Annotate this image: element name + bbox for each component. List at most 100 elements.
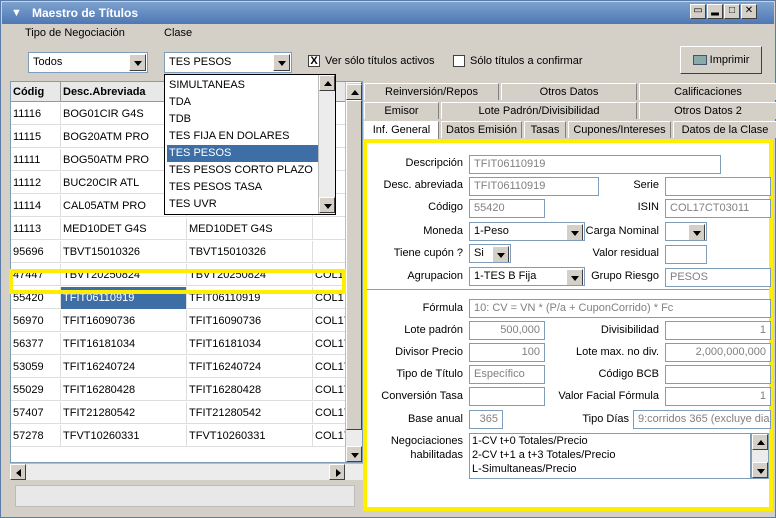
base-anual-field[interactable]: 365 — [469, 410, 503, 429]
serie-field[interactable] — [665, 177, 771, 196]
table-cell[interactable]: TFIT06110919 — [61, 287, 187, 309]
chevron-down-icon[interactable] — [273, 54, 290, 71]
negociacion-item[interactable]: 1-CV t+0 Totales/Precio — [470, 434, 750, 448]
tipo-titulo-field[interactable]: Específico — [469, 365, 545, 384]
codigo-field[interactable]: 55420 — [469, 199, 545, 218]
grupo-riesgo-field[interactable]: PESOS — [665, 268, 771, 287]
table-cell[interactable]: MED10DET G4S — [61, 218, 187, 240]
agrupacion-select[interactable]: 1-TES B Fija — [469, 267, 585, 286]
dropdown-scroll-down[interactable] — [319, 197, 335, 213]
scroll-right-button[interactable] — [329, 464, 345, 480]
table-cell[interactable]: TFIT16240724 — [61, 356, 187, 378]
chevron-down-icon[interactable] — [129, 54, 146, 71]
tab-datos-de-la-clase[interactable]: Datos de la Clase — [673, 121, 776, 138]
codigo-bcb-field[interactable] — [665, 365, 771, 384]
tab-cupones-intereses[interactable]: Cupones/Intereses — [568, 121, 671, 138]
title-bar[interactable]: ▼ Maestro de Títulos — [2, 2, 774, 24]
lote-padron-field[interactable]: 500,000 — [469, 321, 545, 340]
table-cell[interactable]: MED10DET G4S — [187, 218, 313, 240]
table-cell[interactable]: TFVT10260331 — [61, 425, 187, 447]
table-cell[interactable]: 11112 — [11, 172, 61, 194]
table-row[interactable]: 47447 TBVT20250824 TBVT20250824 COL17 — [11, 264, 362, 286]
table-cell[interactable]: TFIT16280428 — [61, 379, 187, 401]
isin-field[interactable]: COL17CT03011 — [665, 199, 771, 218]
clase-option[interactable]: TES PESOS CORTO PLAZO — [167, 162, 319, 179]
desc-abreviada-field[interactable]: TFIT06110919 — [469, 177, 599, 196]
table-cell[interactable]: 11116 — [11, 103, 61, 125]
conversion-tasa-field[interactable] — [469, 387, 545, 406]
cupon-select[interactable]: Si — [469, 244, 511, 263]
clase-option[interactable]: TDB — [167, 111, 319, 128]
negociaciones-scrollbar[interactable] — [751, 433, 769, 479]
tab-tasas[interactable]: Tasas — [524, 121, 566, 138]
negociaciones-list[interactable]: 1-CV t+0 Totales/Precio 2-CV t+1 a t+3 T… — [469, 433, 751, 479]
carga-nominal-select[interactable] — [665, 222, 707, 241]
valor-facial-field[interactable]: 1 — [665, 387, 771, 406]
clase-option[interactable]: TES FIJA EN DOLARES — [167, 128, 319, 145]
minimize-button[interactable]: ▂ — [707, 4, 723, 19]
clase-option[interactable]: TES PESOS — [167, 145, 319, 162]
table-cell[interactable]: 11111 — [11, 149, 61, 171]
table-row[interactable]: 53059 TFIT16240724 TFIT16240724 COL17 — [11, 356, 362, 378]
table-row[interactable]: 56377 TFIT16181034 TFIT16181034 COL17 — [11, 333, 362, 355]
clase-option[interactable]: SIMULTANEAS — [167, 77, 319, 94]
tab-datos-emisi-n[interactable]: Datos Emisión — [441, 121, 522, 138]
table-cell[interactable]: TBVT15010326 — [61, 241, 187, 263]
tipo-dias-field[interactable]: 9:corridos 365 (excluye dias b — [633, 410, 771, 429]
negociaciones-scroll-down[interactable] — [752, 462, 768, 478]
negociacion-item[interactable]: L-Simultaneas/Precio — [470, 462, 750, 476]
activos-checkbox[interactable]: X — [308, 55, 320, 67]
table-cell[interactable]: TFIT21280542 — [187, 402, 313, 424]
table-cell[interactable]: 55029 — [11, 379, 61, 401]
valor-residual-field[interactable] — [665, 245, 707, 264]
tab-otros-datos[interactable]: Otros Datos — [501, 83, 637, 100]
table-cell[interactable]: TBVT20250824 — [61, 264, 187, 286]
chevron-down-icon[interactable] — [688, 224, 705, 240]
chevron-down-icon[interactable] — [492, 246, 509, 262]
col-header-codigo[interactable]: Códig — [11, 82, 61, 102]
scroll-thumb[interactable] — [346, 100, 362, 430]
clase-option[interactable]: TES PESOS TASA — [167, 179, 319, 196]
table-cell[interactable]: 56377 — [11, 333, 61, 355]
clase-dropdown-list[interactable]: SIMULTANEAS TDA TDB TES FIJA EN DOLARES TES … — [164, 74, 336, 215]
maximize-button[interactable]: □ — [724, 4, 740, 19]
restore-button[interactable]: ▭ — [690, 4, 706, 19]
moneda-select[interactable]: 1-Peso — [469, 222, 585, 241]
negociaciones-scroll-up[interactable] — [752, 434, 768, 450]
tab-emisor[interactable]: Emisor — [364, 102, 439, 119]
table-row[interactable]: 57407 TFIT21280542 TFIT21280542 COL17 — [11, 402, 362, 424]
table-cell[interactable]: TFIT16181034 — [187, 333, 313, 355]
table-cell[interactable]: TFIT16240724 — [187, 356, 313, 378]
table-cell[interactable]: TFIT21280542 — [61, 402, 187, 424]
table-cell[interactable]: TBVT20250824 — [187, 264, 313, 286]
descripcion-field[interactable]: TFIT06110919 — [469, 155, 721, 174]
table-cell[interactable]: 11115 — [11, 126, 61, 148]
lote-max-field[interactable]: 2,000,000,000 — [665, 343, 771, 362]
tab-reinversi-n-repos[interactable]: Reinversión/Repos — [364, 83, 499, 100]
clase-option[interactable]: TDA — [167, 94, 319, 111]
table-cell[interactable]: 57278 — [11, 425, 61, 447]
table-cell[interactable]: TFIT06110919 — [187, 287, 313, 309]
table-row[interactable]: 95696 TBVT15010326 TBVT15010326 — [11, 241, 362, 263]
table-cell[interactable]: 53059 — [11, 356, 61, 378]
table-cell[interactable]: 56970 — [11, 310, 61, 332]
confirmar-checkbox[interactable] — [453, 55, 465, 67]
table-row[interactable]: 56970 TFIT16090736 TFIT16090736 COL17 — [11, 310, 362, 332]
table-cell[interactable]: 47447 — [11, 264, 61, 286]
tab-calificaciones[interactable]: Calificaciones — [639, 83, 776, 100]
scroll-down-button[interactable] — [346, 446, 362, 462]
tab-otros-datos-2[interactable]: Otros Datos 2 — [639, 102, 776, 119]
table-cell[interactable]: TFIT16090736 — [187, 310, 313, 332]
table-cell[interactable]: 95696 — [11, 241, 61, 263]
table-cell[interactable]: 11114 — [11, 195, 61, 217]
tab-lote-padr-n-divisibilidad[interactable]: Lote Padrón/Divisibilidad — [441, 102, 637, 119]
clase-option[interactable]: TES UVR — [167, 196, 319, 213]
table-cell[interactable]: TFIT16280428 — [187, 379, 313, 401]
table-row[interactable]: 55420 TFIT06110919 TFIT06110919 COL1 — [11, 287, 362, 309]
table-row[interactable]: 11113 MED10DET G4S MED10DET G4S — [11, 218, 362, 240]
table-cell[interactable]: TBVT15010326 — [187, 241, 313, 263]
negociacion-item[interactable]: 2-CV t+1 a t+3 Totales/Precio — [470, 448, 750, 462]
grid-vertical-scrollbar[interactable] — [345, 82, 362, 462]
table-row[interactable]: 57278 TFVT10260331 TFVT10260331 COL17 — [11, 425, 362, 447]
close-button[interactable]: ✕ — [741, 4, 757, 19]
